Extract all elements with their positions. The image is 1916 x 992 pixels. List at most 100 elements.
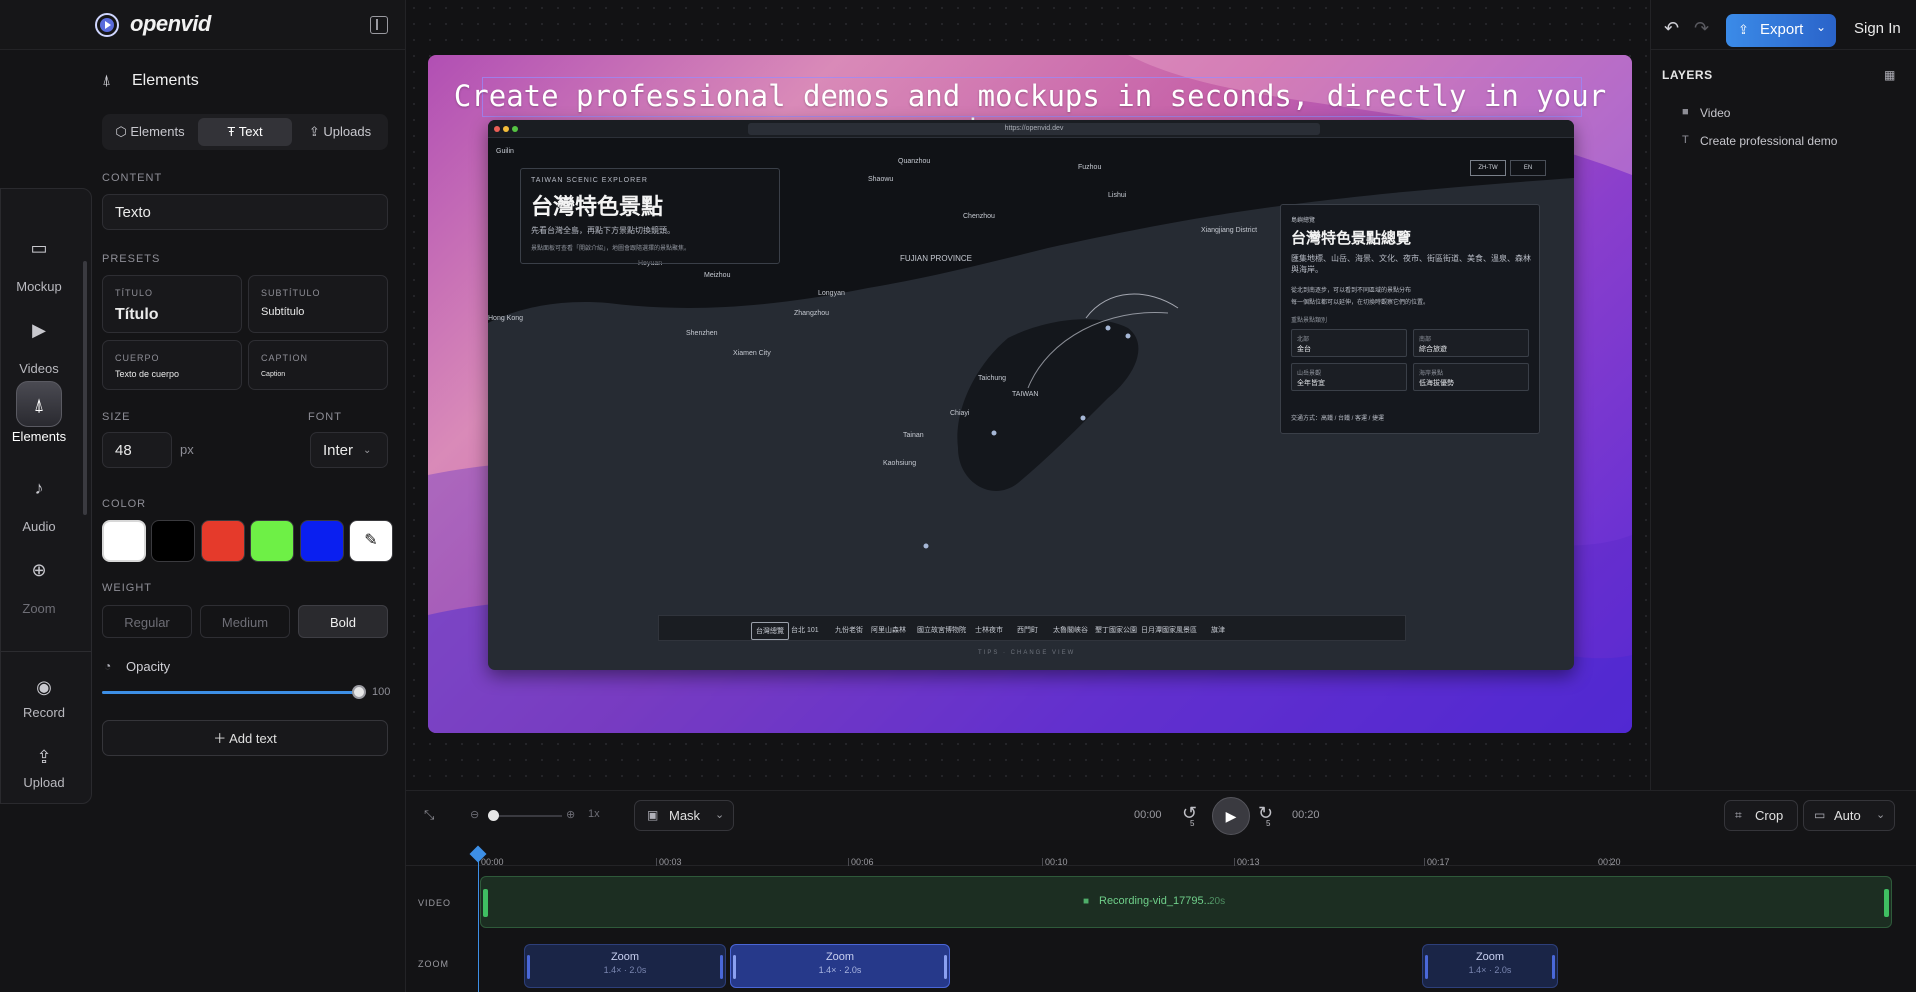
layer-item-video[interactable]: Video: [1700, 106, 1730, 120]
opacity-slider-handle[interactable]: [352, 685, 366, 699]
tab-label: Elements: [130, 124, 185, 139]
tab-uploads[interactable]: ⇪ Uploads: [296, 118, 384, 146]
zoom-clip-handle[interactable]: [1552, 955, 1555, 979]
size-input[interactable]: 48: [102, 432, 172, 468]
hero-note: 景點面板可查看「開啟介紹」，地圖會跟隨選擇的景點聚焦。: [531, 246, 691, 252]
preset-caption[interactable]: CAPTION Caption: [248, 340, 388, 390]
hero-subtitle: 先看台灣全島，再點下方景點切換鏡頭。: [531, 226, 675, 235]
color-swatch-green[interactable]: [250, 520, 294, 562]
nav-item[interactable]: 日月潭國家風景區: [1137, 622, 1201, 638]
zoom-clip[interactable]: Zoom 1.4× · 2.0s: [1422, 944, 1558, 988]
zoom-clip[interactable]: Zoom 1.4× · 2.0s: [524, 944, 726, 988]
crop-button[interactable]: ⌗ Crop: [1724, 800, 1798, 831]
skip-back-seconds: 5: [1190, 819, 1195, 828]
nav-item[interactable]: 國立故宮博物院: [913, 622, 970, 638]
font-select[interactable]: Inter ⌄: [310, 432, 388, 468]
mask-dropdown[interactable]: ▣ Mask ⌄: [634, 800, 734, 831]
rail-item-elements[interactable]: ⍋: [16, 381, 62, 435]
footer-note: TIPS · CHANGE VIEW: [978, 650, 1076, 656]
undo-icon[interactable]: ↶: [1664, 18, 1679, 39]
zoom-out-icon[interactable]: ⊖: [470, 808, 479, 821]
card-desc: 匯集地標、山岳、海景、文化、夜市、街區街道、美食、溫泉、森林與海岸。: [1291, 254, 1531, 274]
preset-key: SUBTÍTULO: [261, 288, 321, 298]
zoom-in-icon[interactable]: ⊕: [566, 808, 575, 821]
zoom-clip-handle[interactable]: [733, 955, 736, 979]
play-button[interactable]: ▶: [1212, 797, 1250, 835]
tab-text[interactable]: Ŧ Text: [198, 118, 292, 146]
add-text-button[interactable]: ＋ Add text: [102, 720, 388, 756]
aspect-dropdown[interactable]: ▭ Auto ⌄: [1803, 800, 1895, 831]
lang-zh-button[interactable]: ZH-TW: [1470, 160, 1506, 176]
upload-icon: ⇪: [36, 747, 52, 767]
cell-value: 全年皆宜: [1297, 380, 1325, 387]
nav-item[interactable]: 墾丁國家公園: [1091, 622, 1141, 638]
weight-bold-button[interactable]: Bold: [298, 605, 388, 638]
nav-item[interactable]: 台灣總覽: [751, 622, 789, 640]
color-swatch-white[interactable]: [102, 520, 146, 562]
nav-item[interactable]: 台北 101: [787, 622, 823, 638]
sign-in-link[interactable]: Sign In: [1854, 20, 1901, 37]
zoom-clip-selected[interactable]: Zoom 1.4× · 2.0s: [730, 944, 950, 988]
timeline-zoom-handle[interactable]: [488, 810, 499, 821]
rail-item-upload[interactable]: ⇪ Upload: [11, 739, 77, 790]
preset-body[interactable]: CUERPO Texto de cuerpo: [102, 340, 242, 390]
zoom-clip-handle[interactable]: [720, 955, 723, 979]
rail-item-record[interactable]: ◉ Record: [11, 669, 77, 720]
ruler-label: 00:03: [659, 857, 682, 867]
opacity-label: Opacity: [126, 659, 171, 674]
layer-item-text[interactable]: Create professional demo: [1700, 134, 1837, 148]
opacity-slider[interactable]: [102, 685, 366, 699]
nav-item[interactable]: 太魯閣峽谷: [1049, 622, 1092, 638]
content-value: Texto: [115, 203, 151, 221]
timeline-zoom-slider[interactable]: [488, 810, 562, 821]
panel-title: Elements: [132, 72, 199, 89]
weight-regular-button[interactable]: Regular: [102, 605, 192, 638]
timeline-ruler[interactable]: 00:00 00:03 00:06 00:10 00:13 00:17 00:20: [406, 840, 1916, 867]
video-clip[interactable]: ■ Recording-vid_17795... 20s: [480, 876, 1892, 928]
preset-title[interactable]: TÍTULO Título: [102, 275, 242, 333]
maximize-dot-icon: [512, 126, 518, 132]
rail-item-zoom[interactable]: ⊕ Zoom: [1, 547, 77, 616]
export-button[interactable]: ⇪ Export ⌄: [1726, 14, 1836, 47]
zoom-clip-handle[interactable]: [944, 955, 947, 979]
preset-subtitle[interactable]: SUBTÍTULO Subtítulo: [248, 275, 388, 333]
color-swatch-blue[interactable]: [300, 520, 344, 562]
rail-item-label: Mockup: [16, 279, 62, 294]
videos-icon: ▶: [32, 320, 46, 340]
openvid-logo-icon[interactable]: [94, 12, 120, 38]
preview-canvas[interactable]: Create professional demos and mockups in…: [428, 55, 1632, 733]
clip-start-handle[interactable]: [483, 889, 488, 917]
eyedropper-icon[interactable]: ✎: [349, 520, 393, 562]
weight-medium-button[interactable]: Medium: [200, 605, 290, 638]
collapse-sidebar-icon[interactable]: [370, 16, 388, 34]
playhead[interactable]: [469, 845, 487, 992]
tab-elements[interactable]: ⬡ Elements: [106, 118, 194, 146]
rail-item-mockup[interactable]: ▭ Mockup: [1, 225, 77, 294]
nav-item[interactable]: 阿里山森林: [867, 622, 910, 638]
nav-item[interactable]: 旗津: [1207, 622, 1229, 638]
card-cell: 山岳景觀 全年皆宜: [1291, 363, 1407, 391]
plus-icon: ＋: [213, 731, 230, 746]
nav-item[interactable]: 士林夜市: [971, 622, 1007, 638]
preset-key: CUERPO: [115, 353, 160, 363]
nav-item[interactable]: 九份老街: [831, 622, 867, 638]
rail-item-audio[interactable]: ♪ Audio: [1, 465, 77, 534]
content-input[interactable]: Texto: [102, 194, 388, 230]
color-swatch-red[interactable]: [201, 520, 245, 562]
nav-item[interactable]: 西門町: [1013, 622, 1042, 638]
timeline[interactable]: 00:00 00:03 00:06 00:10 00:13 00:17 00:20 VIDE…: [406, 840, 1916, 992]
fit-icon[interactable]: ⤡: [424, 807, 434, 823]
color-swatch-black[interactable]: [151, 520, 195, 562]
hero-title: 台灣特色景點: [531, 195, 664, 220]
size-unit: px: [180, 442, 194, 457]
ruler-label: 00:00: [481, 857, 504, 867]
zoom-clip-handle[interactable]: [527, 955, 530, 979]
layers-panel-toggle-icon[interactable]: ▦: [1884, 68, 1895, 82]
lang-en-button[interactable]: EN: [1510, 160, 1546, 176]
redo-icon[interactable]: ↷: [1694, 18, 1709, 39]
clip-end-handle[interactable]: [1884, 889, 1889, 917]
presets-label: PRESETS: [102, 253, 161, 265]
rail-scrollbar[interactable]: [83, 261, 87, 515]
rail-item-videos[interactable]: ▶ Videos: [1, 307, 77, 376]
zoom-clip-handle[interactable]: [1425, 955, 1428, 979]
